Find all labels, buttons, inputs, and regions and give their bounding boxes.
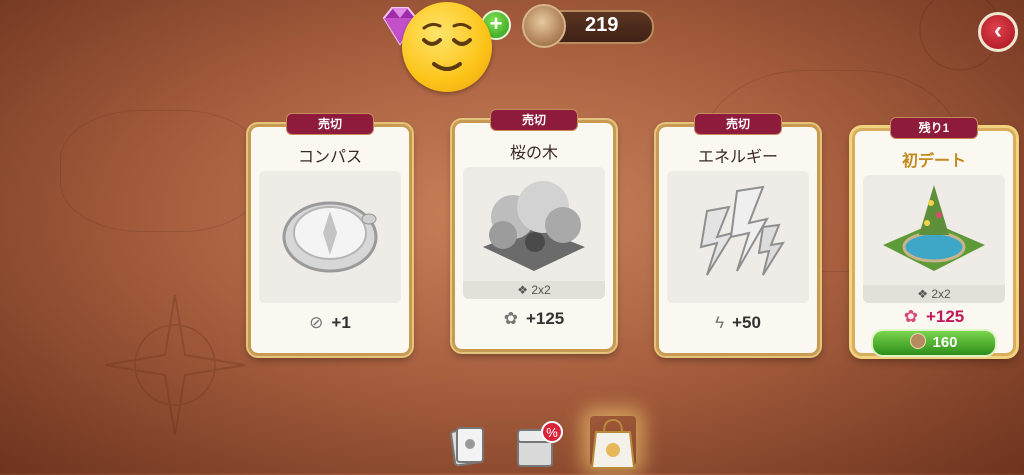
back-button[interactable]: ‹	[978, 12, 1018, 52]
sold-out-badge: 売切	[694, 113, 782, 135]
size-indicator: ❖ 2x2	[463, 281, 605, 299]
fountain-icon	[883, 185, 985, 271]
bag-tab[interactable]	[590, 416, 636, 469]
cherry-tree-icon	[483, 181, 585, 271]
item-image	[259, 171, 401, 303]
sold-out-badge: 売切	[286, 113, 374, 135]
reward-line: ϟ +50	[659, 313, 817, 333]
bolt-icon	[699, 185, 786, 276]
chest-sale-icon: %	[517, 421, 563, 467]
svg-text:%: %	[546, 425, 558, 440]
shop-card-energy[interactable]: 売切 エネルギー ϟ +50	[656, 113, 820, 356]
relieved-face-emoji	[402, 2, 492, 92]
shopping-bag-icon	[590, 418, 636, 469]
compass-icon: ⊘	[309, 313, 324, 332]
reward-line: ⊘ +1	[251, 313, 409, 333]
reward-value: +1	[331, 313, 351, 332]
size-value: 2x2	[931, 287, 951, 301]
price-value: 160	[932, 334, 958, 351]
remaining-badge: 残り1	[890, 117, 978, 139]
reward-value: +125	[925, 307, 965, 326]
sale-tab[interactable]: %	[514, 420, 563, 470]
bolt-icon: ϟ	[715, 313, 725, 332]
card-stack-icon	[450, 427, 484, 467]
size-indicator: ❖ 2x2	[863, 285, 1005, 303]
relieved-face-icon	[422, 22, 472, 71]
reward-line: ✿ +125	[455, 309, 613, 329]
sold-out-badge: 売切	[490, 109, 578, 131]
shop-card-first-date[interactable]: 残り1 初デート ❖ 2x2 ✿ +125 160	[852, 117, 1016, 357]
card-title: 桜の木	[509, 145, 558, 162]
coin-balance: 219	[585, 14, 619, 36]
item-image: ❖ 2x2	[863, 175, 1005, 303]
map-decoration	[60, 110, 262, 232]
card-title: コンパス	[297, 149, 362, 166]
card-title: エネルギー	[697, 149, 778, 166]
compass-rose-decoration	[104, 294, 246, 436]
shop-card-compass[interactable]: 売切 コンパス ⊘ +1	[248, 113, 412, 356]
reward-value: +125	[525, 309, 565, 328]
size-value: 2x2	[531, 283, 551, 297]
buy-button[interactable]: 160	[871, 329, 997, 357]
card-title: 初デート	[901, 153, 966, 170]
reward-value: +50	[732, 313, 761, 332]
item-image	[667, 171, 809, 303]
blossom-icon: ✿	[503, 309, 518, 328]
reward-line: ✿ +125	[855, 307, 1013, 327]
decorations-tab[interactable]	[445, 420, 491, 470]
blossom-icon: ✿	[903, 307, 918, 326]
coin-icon	[522, 4, 566, 48]
compass-icon	[282, 201, 378, 273]
item-image: ❖ 2x2	[463, 167, 605, 299]
coin-icon	[910, 333, 927, 349]
shop-card-cherry-tree[interactable]: 売切 桜の木 ❖ 2x2 ✿ +125	[452, 109, 616, 352]
